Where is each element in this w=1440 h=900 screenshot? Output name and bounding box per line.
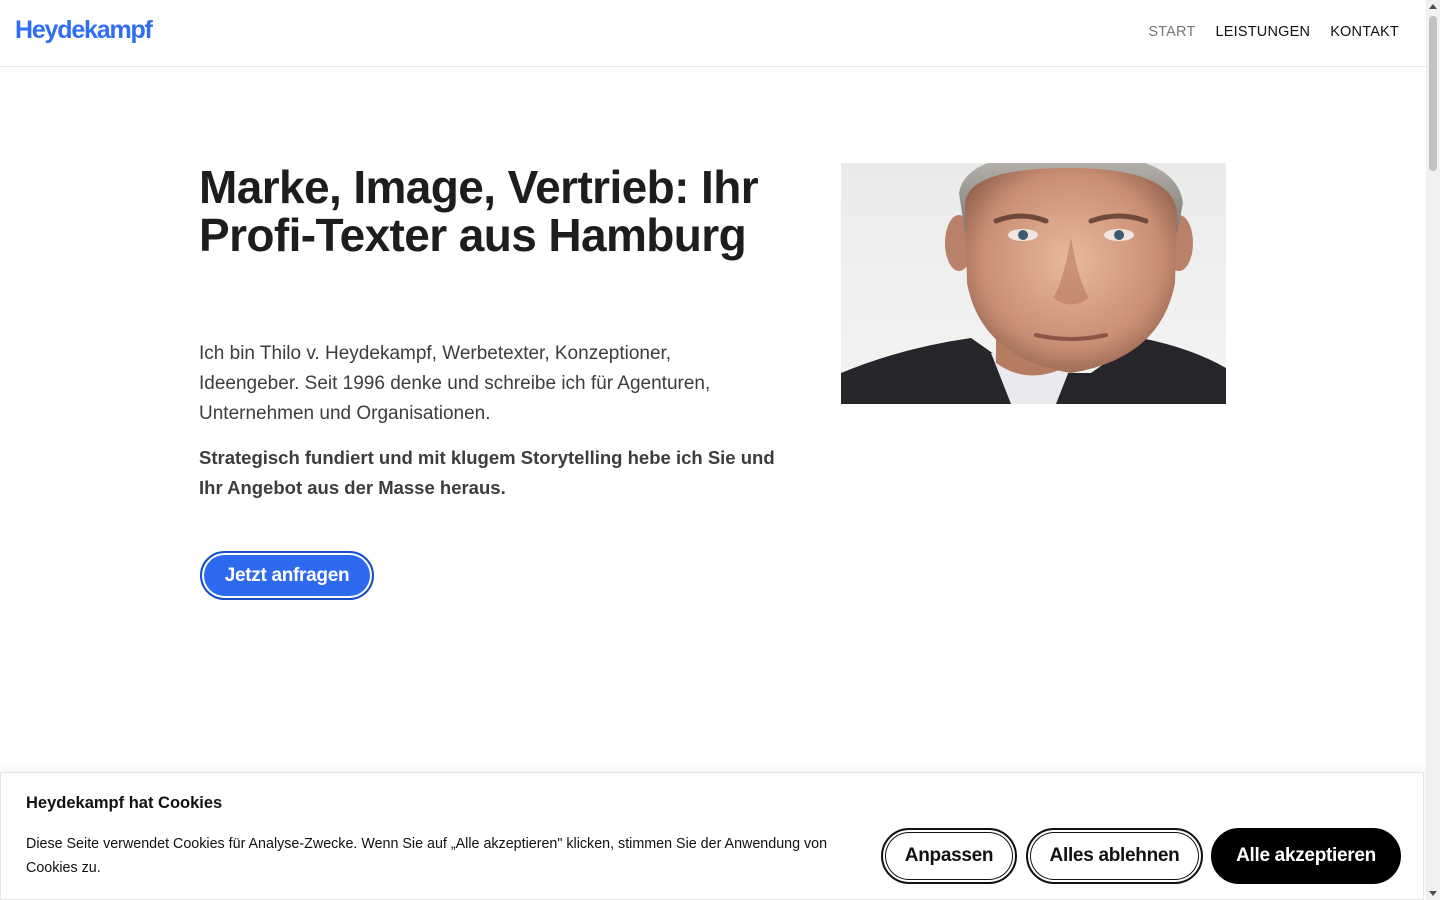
hero-intro-text: Ich bin Thilo v. Heydekampf, Werbetexter… [199,343,711,424]
page-scrollbar[interactable] [1426,0,1440,900]
customize-cookies-button[interactable]: Anpassen [881,828,1017,884]
cookie-title: Heydekampf hat Cookies [26,794,223,812]
portrait-photo [841,163,1226,404]
portrait-illustration [841,163,1226,404]
cookie-text: Diese Seite verwendet Cookies für Analys… [26,836,828,876]
main-nav: START LEISTUNGEN KONTAKT [1148,24,1399,40]
reject-cookies-button[interactable]: Alles ablehnen [1026,828,1203,884]
request-button[interactable]: Jetzt anfragen [200,551,374,600]
scroll-up-icon[interactable] [1429,4,1437,9]
scrollbar-thumb[interactable] [1429,16,1437,171]
site-logo[interactable]: Heydekampf [15,16,153,45]
hero-claim-text: Strategisch fundiert und mit klugem Stor… [199,447,775,498]
nav-item-leistungen[interactable]: LEISTUNGEN [1216,24,1311,40]
site-header: Heydekampf START LEISTUNGEN KONTAKT [0,0,1426,67]
hero-headline: Marke, Image, Vertrieb: Ihr Profi-Texter… [199,161,759,261]
cookie-banner: Heydekampf hat Cookies Diese Seite verwe… [0,772,1424,900]
nav-item-kontakt[interactable]: KONTAKT [1330,24,1399,40]
accept-cookies-button[interactable]: Alle akzeptieren [1211,828,1401,884]
nav-item-start[interactable]: START [1148,24,1195,40]
scroll-down-icon[interactable] [1429,891,1437,896]
